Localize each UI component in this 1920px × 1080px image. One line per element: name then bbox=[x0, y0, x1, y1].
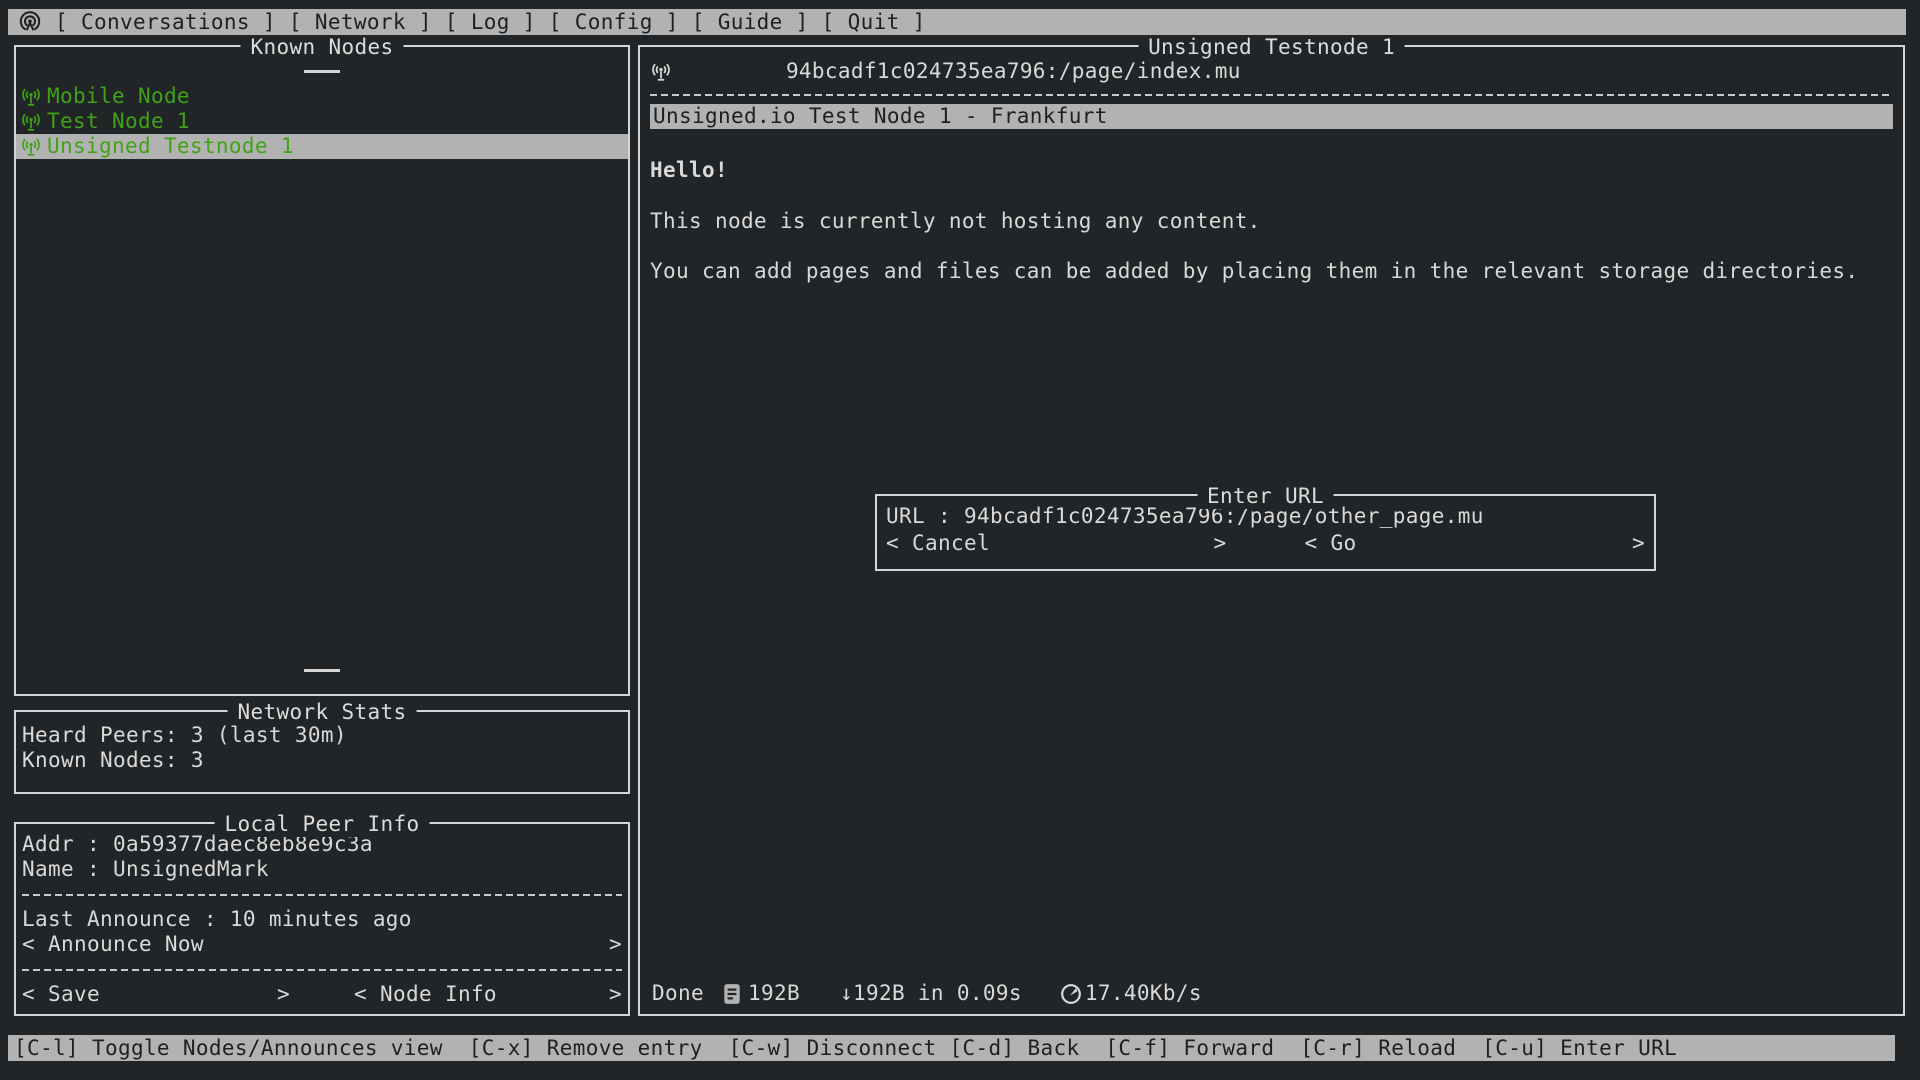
known-nodes-title: Known Nodes bbox=[241, 35, 404, 60]
heard-peers-stat: Heard Peers: 3 (last 30m) bbox=[22, 723, 628, 748]
enter-url-dialog: Enter URL URL : 94bcadf1c024735ea796:/pa… bbox=[875, 494, 1656, 571]
node-item-label: Unsigned Testnode 1 bbox=[47, 134, 294, 159]
antenna-icon bbox=[20, 111, 42, 133]
divider bbox=[22, 957, 622, 982]
nomadnet-screen: [ Conversations ] [ Network ] [ Log ] [ … bbox=[0, 0, 1920, 1080]
page-paragraph: You can add pages and files can be added… bbox=[650, 259, 1893, 284]
speed-gauge-icon bbox=[1060, 983, 1082, 1005]
node-list: Mobile Node Test Node 1 bbox=[16, 84, 628, 159]
menu-conversations[interactable]: [ Conversations ] bbox=[55, 10, 276, 35]
menu-log[interactable]: [ Log ] bbox=[445, 10, 536, 35]
node-item-test-node-1[interactable]: Test Node 1 bbox=[16, 109, 628, 134]
go-button[interactable]: < Go > bbox=[1305, 531, 1646, 556]
page-greeting: Hello! bbox=[650, 158, 1893, 183]
divider bbox=[650, 94, 1893, 96]
divider bbox=[22, 882, 622, 907]
network-stats-title: Network Stats bbox=[228, 700, 417, 725]
scroll-indicator-top bbox=[304, 70, 340, 73]
shortcut-bar: [C-l] Toggle Nodes/Announces view [C-x] … bbox=[8, 1035, 1895, 1061]
menu-network[interactable]: [ Network ] bbox=[289, 10, 432, 35]
status-speed: 17.40Kb/s bbox=[1085, 981, 1202, 1006]
status-state: Done bbox=[652, 981, 704, 1006]
url-text: 94bcadf1c024735ea796:/page/index.mu bbox=[786, 59, 1241, 84]
menu-quit[interactable]: [ Quit ] bbox=[822, 10, 926, 35]
menu-bar: [ Conversations ] [ Network ] [ Log ] [ … bbox=[8, 9, 1906, 35]
document-size-icon bbox=[722, 983, 742, 1005]
local-peer-info-panel: Local Peer Info Addr : 0a59377daec8eb8e9… bbox=[14, 822, 630, 1016]
antenna-icon bbox=[20, 136, 42, 158]
status-size: 192B bbox=[748, 981, 800, 1006]
status-transfer: ↓192B in 0.09s bbox=[840, 981, 1022, 1006]
announce-now-button[interactable]: < Announce Now > bbox=[22, 932, 622, 957]
cancel-button[interactable]: < Cancel > bbox=[886, 531, 1227, 556]
antenna-icon bbox=[20, 86, 42, 108]
page-heading: Unsigned.io Test Node 1 - Frankfurt bbox=[650, 104, 1893, 129]
node-item-label: Test Node 1 bbox=[47, 109, 190, 134]
local-peer-info-title: Local Peer Info bbox=[215, 812, 430, 837]
node-item-unsigned-testnode-1[interactable]: Unsigned Testnode 1 bbox=[16, 134, 628, 159]
scroll-indicator-bottom bbox=[304, 669, 340, 672]
known-nodes-panel: Known Nodes Mobile Node bbox=[14, 45, 630, 696]
node-item-mobile-node[interactable]: Mobile Node bbox=[16, 84, 628, 109]
browser-title: Unsigned Testnode 1 bbox=[1138, 35, 1405, 60]
last-announce: Last Announce : 10 minutes ago bbox=[22, 907, 622, 932]
network-stats-panel: Network Stats Heard Peers: 3 (last 30m) … bbox=[14, 710, 630, 794]
browser-status-bar: Done 192B ↓192B in 0.09s 17.40Kb/s bbox=[652, 981, 1202, 1006]
save-button[interactable]: < Save > bbox=[22, 982, 290, 1007]
url-bar[interactable]: 94bcadf1c024735ea796:/page/index.mu bbox=[650, 59, 1893, 84]
browser-panel: Unsigned Testnode 1 94bcadf1c024735ea796… bbox=[638, 45, 1905, 1016]
known-nodes-stat: Known Nodes: 3 bbox=[22, 748, 628, 773]
enter-url-dialog-title: Enter URL bbox=[1197, 484, 1334, 509]
node-info-button[interactable]: < Node Info > bbox=[354, 982, 622, 1007]
peer-name: Name : UnsignedMark bbox=[22, 857, 622, 882]
page-paragraph: This node is currently not hosting any c… bbox=[650, 209, 1893, 234]
node-item-label: Mobile Node bbox=[47, 84, 190, 109]
nomadnet-logo-icon bbox=[18, 10, 42, 34]
